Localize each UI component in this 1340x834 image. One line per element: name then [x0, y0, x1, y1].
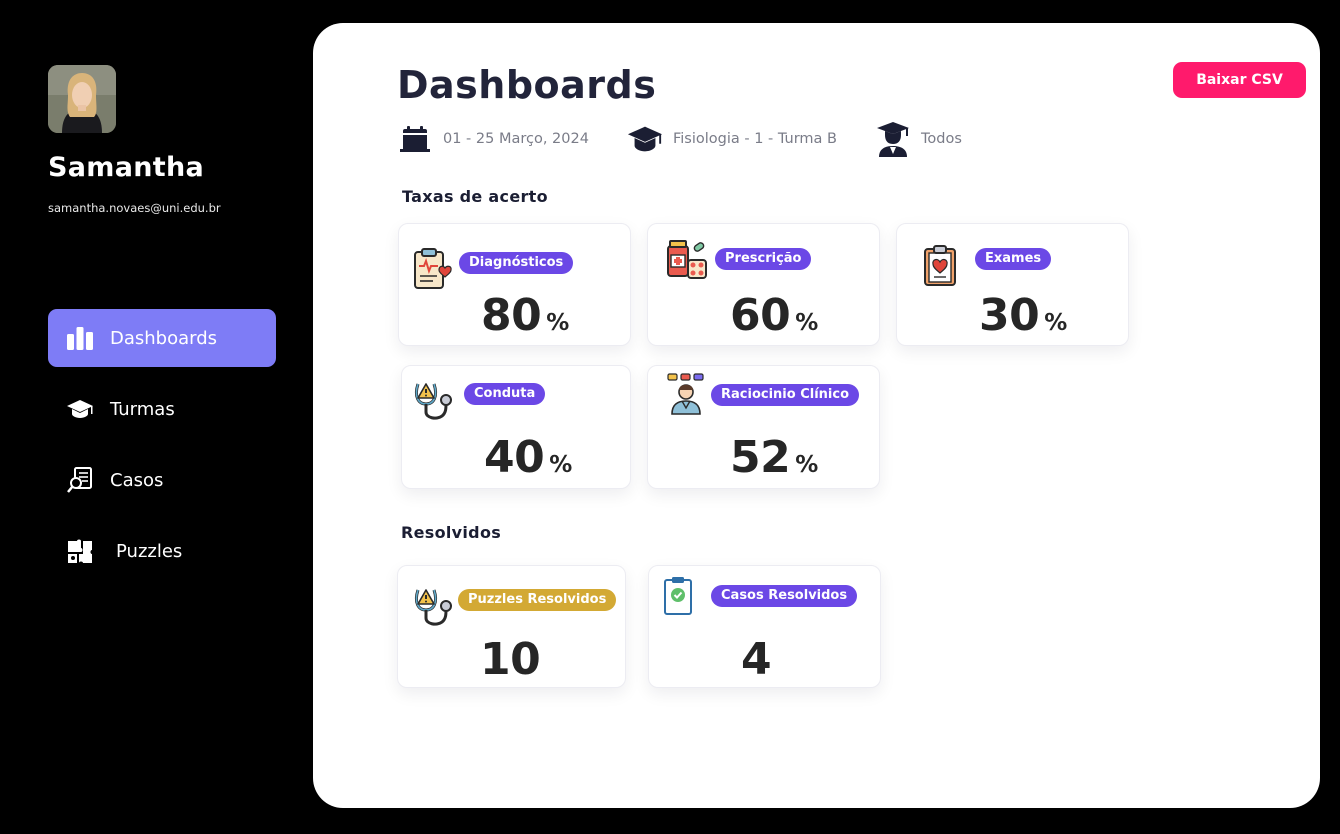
- solved-section-title: Resolvidos: [401, 523, 502, 542]
- sidebar: Samantha samantha.novaes@uni.edu.br Dash…: [0, 0, 313, 834]
- accuracy-section-title: Taxas de acerto: [402, 187, 548, 206]
- puzzle-icon: [66, 537, 94, 565]
- calendar-icon: [397, 121, 433, 157]
- class-filter-label: Fisiologia - 1 - Turma B: [672, 131, 837, 147]
- accuracy-card-exames[interactable]: Exames 30%: [896, 223, 1129, 346]
- accuracy-value: 30%: [979, 290, 1067, 341]
- download-csv-button[interactable]: Baixar CSV: [1173, 62, 1306, 98]
- accuracy-badge: Conduta: [464, 383, 546, 405]
- accuracy-value: 40%: [484, 432, 572, 483]
- solved-card-puzzles[interactable]: Puzzles Resolvidos 10: [397, 565, 626, 688]
- solved-value: 10: [480, 634, 541, 685]
- accuracy-value: 80%: [481, 290, 569, 341]
- solved-value: 4: [741, 634, 772, 685]
- accuracy-card-prescricao[interactable]: Prescrição 60%: [647, 223, 880, 346]
- avatar[interactable]: [48, 65, 116, 133]
- doctor-thinking-icon: [666, 372, 710, 416]
- solved-badge: Casos Resolvidos: [711, 585, 858, 607]
- sidebar-item-puzzles[interactable]: Puzzles: [48, 522, 276, 580]
- bar-chart-icon: [66, 324, 94, 352]
- sidebar-item-label: Turmas: [110, 398, 175, 420]
- accuracy-card-raciocinio[interactable]: Raciocinio Clínico 52%: [647, 365, 880, 489]
- sidebar-item-dashboards[interactable]: Dashboards: [48, 309, 276, 367]
- date-filter[interactable]: 01 - 25 Março, 2024: [397, 121, 589, 157]
- accuracy-badge: Prescrição: [715, 248, 812, 270]
- students-filter[interactable]: Todos: [875, 121, 962, 157]
- accuracy-badge: Exames: [975, 248, 1052, 270]
- sidebar-nav: Dashboards Turmas Casos Puzzles: [48, 309, 276, 593]
- sidebar-item-turmas[interactable]: Turmas: [48, 380, 276, 438]
- accuracy-card-diagnosticos[interactable]: Diagnósticos 80%: [398, 223, 631, 346]
- accuracy-card-conduta[interactable]: Conduta 40%: [401, 365, 631, 489]
- stethoscope-warning-icon: [412, 378, 456, 422]
- accuracy-value: 60%: [730, 290, 818, 341]
- page-title: Dashboards: [397, 63, 657, 107]
- accuracy-value: 52%: [730, 432, 818, 483]
- main-panel: Dashboards Baixar CSV 01 - 25 Março, 202…: [313, 23, 1320, 808]
- sidebar-item-label: Casos: [110, 469, 164, 491]
- accuracy-badge: Raciocinio Clínico: [711, 384, 860, 406]
- accuracy-badge: Diagnósticos: [459, 252, 574, 274]
- sidebar-item-label: Dashboards: [110, 327, 218, 349]
- user-email: samantha.novaes@uni.edu.br: [48, 201, 221, 215]
- date-filter-label: 01 - 25 Março, 2024: [443, 131, 589, 147]
- sidebar-item-casos[interactable]: Casos: [48, 451, 276, 509]
- stethoscope-warning-icon: [412, 584, 456, 628]
- class-filter[interactable]: Fisiologia - 1 - Turma B: [627, 121, 837, 157]
- student-icon: [875, 121, 911, 157]
- clipboard-heart-icon: [411, 246, 455, 290]
- solved-badge: Puzzles Resolvidos: [458, 589, 617, 611]
- medicine-icon: [666, 238, 710, 282]
- medical-chart-icon: [919, 244, 963, 288]
- graduation-cap-icon: [66, 395, 94, 423]
- user-name: Samantha: [48, 152, 204, 183]
- clipboard-check-icon: [659, 574, 703, 618]
- filters-bar: 01 - 25 Março, 2024 Fisiologia - 1 - Tur…: [397, 121, 1000, 157]
- students-filter-label: Todos: [921, 131, 962, 147]
- case-search-icon: [66, 466, 94, 494]
- sidebar-item-label: Puzzles: [116, 540, 183, 562]
- solved-card-casos[interactable]: Casos Resolvidos 4: [648, 565, 881, 688]
- graduation-cap-icon: [627, 121, 663, 157]
